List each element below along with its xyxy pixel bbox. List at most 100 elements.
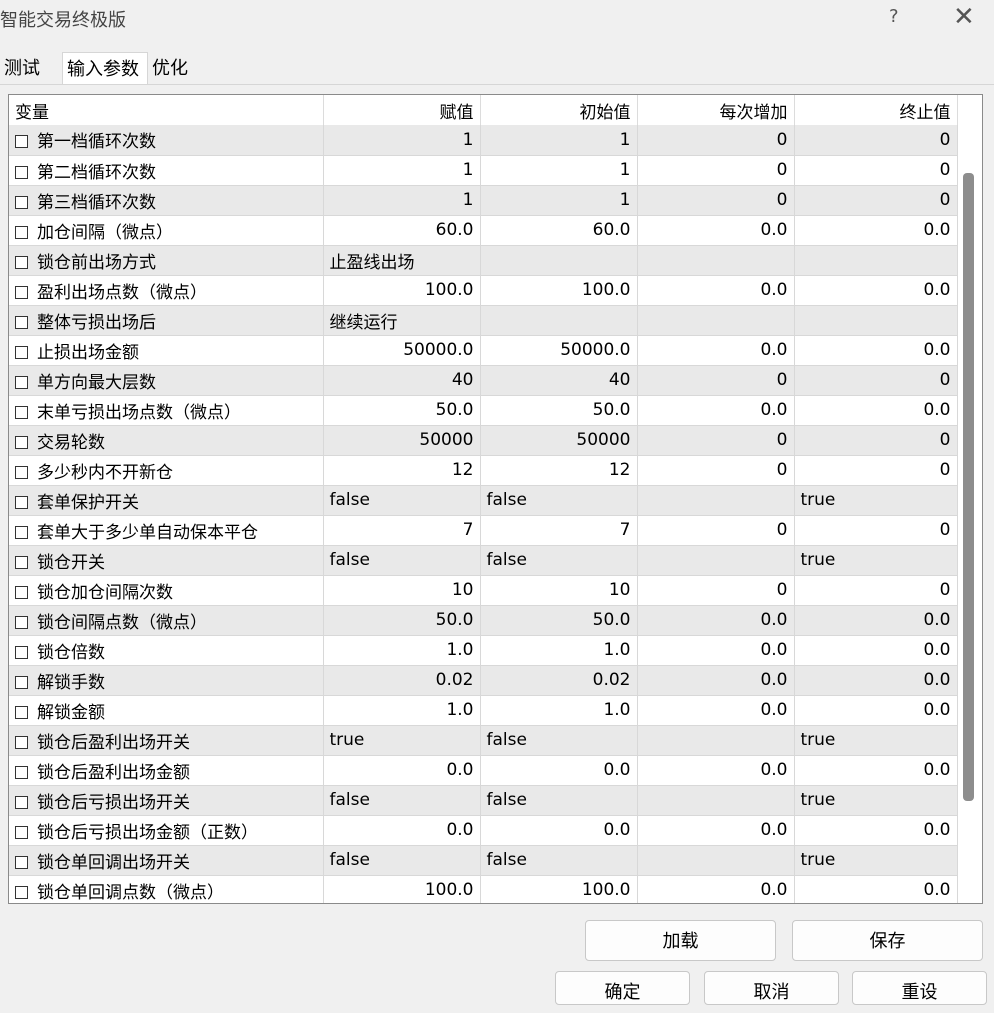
stop-cell[interactable]: 0.0 (794, 275, 958, 306)
value-cell[interactable]: 1 (323, 185, 481, 216)
stop-cell[interactable]: true (794, 845, 958, 876)
value-cell[interactable]: 50000 (323, 425, 481, 456)
start-cell[interactable]: 40 (480, 365, 638, 396)
stop-cell[interactable]: 0 (794, 575, 958, 606)
table-row[interactable]: 解锁手数 0.02 0.02 0.0 0.0 (9, 665, 958, 696)
start-cell[interactable]: 0.02 (480, 665, 638, 696)
stop-cell[interactable]: true (794, 785, 958, 816)
start-cell[interactable]: 12 (480, 455, 638, 486)
value-cell[interactable]: false (323, 545, 481, 576)
table-row[interactable]: 整体亏损出场后 继续运行 (9, 305, 958, 336)
value-cell[interactable]: false (323, 485, 481, 516)
step-cell[interactable]: 0 (637, 425, 795, 456)
start-cell[interactable] (480, 305, 638, 336)
start-cell[interactable]: 100.0 (480, 875, 638, 903)
optimize-checkbox[interactable] (15, 405, 28, 419)
optimize-checkbox[interactable] (15, 195, 28, 209)
table-row[interactable]: 第一档循环次数 1 1 0 0 (9, 125, 958, 156)
start-cell[interactable]: false (480, 485, 638, 516)
value-cell[interactable]: 100.0 (323, 875, 481, 903)
optimize-checkbox[interactable] (15, 615, 28, 629)
value-cell[interactable]: 10 (323, 575, 481, 606)
table-row[interactable]: 锁仓前出场方式 止盈线出场 (9, 245, 958, 276)
optimize-checkbox[interactable] (15, 645, 28, 659)
start-cell[interactable]: 0.0 (480, 815, 638, 846)
stop-cell[interactable]: 0.0 (794, 815, 958, 846)
variable-cell[interactable]: 锁仓开关 (9, 545, 324, 576)
table-row[interactable]: 解锁金额 1.0 1.0 0.0 0.0 (9, 695, 958, 726)
step-cell[interactable]: 0.0 (637, 815, 795, 846)
stop-cell[interactable]: 0.0 (794, 335, 958, 366)
variable-cell[interactable]: 锁仓后盈利出场开关 (9, 725, 324, 756)
variable-cell[interactable]: 锁仓后亏损出场金额（正数） (9, 815, 324, 846)
table-row[interactable]: 锁仓倍数 1.0 1.0 0.0 0.0 (9, 635, 958, 666)
variable-cell[interactable]: 末单亏损出场点数（微点） (9, 395, 324, 426)
step-cell[interactable] (637, 485, 795, 516)
stop-cell[interactable]: 0.0 (794, 875, 958, 903)
optimize-checkbox[interactable] (15, 705, 28, 719)
value-cell[interactable]: false (323, 845, 481, 876)
step-cell[interactable]: 0.0 (637, 695, 795, 726)
table-row[interactable]: 末单亏损出场点数（微点） 50.0 50.0 0.0 0.0 (9, 395, 958, 426)
value-cell[interactable]: 1 (323, 155, 481, 186)
stop-cell[interactable]: 0.0 (794, 755, 958, 786)
start-cell[interactable]: false (480, 545, 638, 576)
value-cell[interactable]: 继续运行 (323, 305, 481, 336)
table-row[interactable]: 第二档循环次数 1 1 0 0 (9, 155, 958, 186)
stop-cell[interactable]: 0 (794, 425, 958, 456)
table-row[interactable]: 锁仓后盈利出场金额 0.0 0.0 0.0 0.0 (9, 755, 958, 786)
help-icon[interactable]: ? (889, 6, 899, 27)
stop-cell[interactable]: 0 (794, 185, 958, 216)
step-cell[interactable]: 0 (637, 515, 795, 546)
step-cell[interactable]: 0 (637, 575, 795, 606)
step-cell[interactable]: 0 (637, 455, 795, 486)
step-cell[interactable]: 0 (637, 155, 795, 186)
optimize-checkbox[interactable] (15, 795, 28, 809)
stop-cell[interactable]: 0 (794, 455, 958, 486)
start-cell[interactable]: 10 (480, 575, 638, 606)
vertical-scrollbar-thumb[interactable] (963, 173, 974, 801)
table-row[interactable]: 锁仓后盈利出场开关 true false true (9, 725, 958, 756)
variable-cell[interactable]: 整体亏损出场后 (9, 305, 324, 336)
start-cell[interactable]: false (480, 845, 638, 876)
optimize-checkbox[interactable] (15, 165, 28, 179)
step-cell[interactable]: 0.0 (637, 665, 795, 696)
variable-cell[interactable]: 交易轮数 (9, 425, 324, 456)
optimize-checkbox[interactable] (15, 345, 28, 359)
step-cell[interactable]: 0.0 (637, 605, 795, 636)
step-cell[interactable]: 0.0 (637, 635, 795, 666)
value-cell[interactable]: 1.0 (323, 695, 481, 726)
optimize-checkbox[interactable] (15, 315, 28, 329)
optimize-checkbox[interactable] (15, 375, 28, 389)
optimize-checkbox[interactable] (15, 225, 28, 239)
variable-cell[interactable]: 锁仓单回调点数（微点） (9, 875, 324, 903)
variable-cell[interactable]: 锁仓倍数 (9, 635, 324, 666)
stop-cell[interactable]: 0.0 (794, 395, 958, 426)
step-cell[interactable] (637, 785, 795, 816)
value-cell[interactable]: 1 (323, 125, 481, 156)
variable-cell[interactable]: 单方向最大层数 (9, 365, 324, 396)
step-cell[interactable]: 0.0 (637, 395, 795, 426)
step-cell[interactable] (637, 305, 795, 336)
stop-cell[interactable]: 0 (794, 515, 958, 546)
reset-button[interactable]: 重设 (852, 971, 987, 1005)
column-header-value[interactable]: 赋值 (323, 95, 481, 125)
optimize-checkbox[interactable] (15, 465, 28, 479)
stop-cell[interactable]: true (794, 545, 958, 576)
table-row[interactable]: 盈利出场点数（微点） 100.0 100.0 0.0 0.0 (9, 275, 958, 306)
variable-cell[interactable]: 锁仓间隔点数（微点） (9, 605, 324, 636)
step-cell[interactable]: 0 (637, 365, 795, 396)
table-row[interactable]: 锁仓单回调点数（微点） 100.0 100.0 0.0 0.0 (9, 875, 958, 903)
start-cell[interactable]: 50.0 (480, 395, 638, 426)
table-row[interactable]: 多少秒内不开新仓 12 12 0 0 (9, 455, 958, 486)
value-cell[interactable]: 50.0 (323, 395, 481, 426)
value-cell[interactable]: false (323, 785, 481, 816)
value-cell[interactable]: 12 (323, 455, 481, 486)
table-row[interactable]: 锁仓单回调出场开关 false false true (9, 845, 958, 876)
column-header-step[interactable]: 每次增加 (637, 95, 795, 125)
start-cell[interactable]: 0.0 (480, 755, 638, 786)
variable-cell[interactable]: 锁仓后亏损出场开关 (9, 785, 324, 816)
column-header-variable[interactable]: 变量 (9, 95, 324, 125)
stop-cell[interactable]: 0.0 (794, 695, 958, 726)
table-row[interactable]: 交易轮数 50000 50000 0 0 (9, 425, 958, 456)
